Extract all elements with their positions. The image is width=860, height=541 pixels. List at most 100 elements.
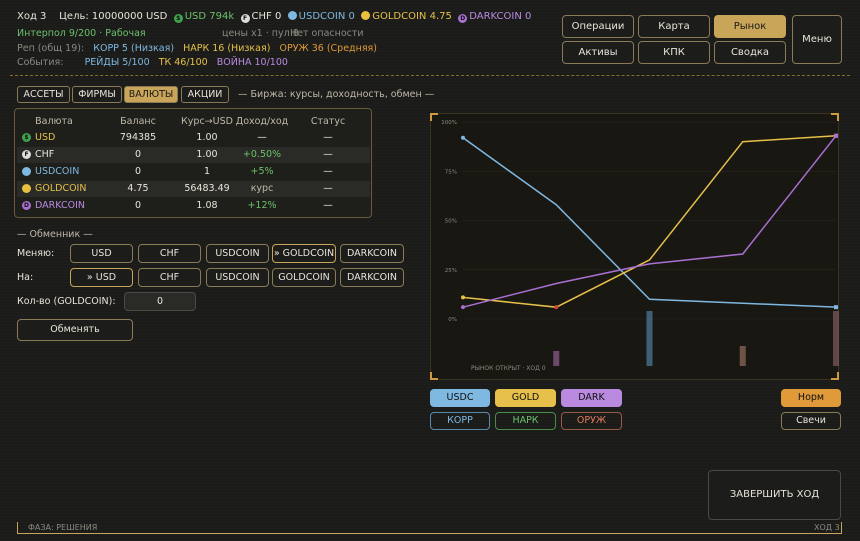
currency-table: Валюта Баланс Курс→USD Доход/ход Статус …	[14, 108, 372, 218]
col-rate: Курс→USD	[181, 116, 233, 127]
footer-turn: ХОД 3	[814, 523, 840, 532]
darkcoin-icon: D	[22, 201, 31, 210]
row-rate: 1	[203, 166, 211, 177]
row-rate: 1.00	[196, 132, 218, 143]
row-balance: 0	[134, 200, 142, 211]
to-usdcoin-button[interactable]: USDCOIN	[206, 268, 269, 287]
qty-label: Кол-во (GOLDCOIN):	[17, 296, 116, 307]
chart-corner	[430, 372, 438, 380]
qty-input[interactable]: 0	[124, 292, 196, 311]
norm-mode-button[interactable]: Норм	[781, 389, 841, 407]
chart-corner	[430, 113, 438, 121]
status-bar: Ход 3 Цель: 10000000 USD $ USD 794k F CHF …	[0, 0, 860, 76]
row-name: DARKCOIN	[35, 200, 85, 211]
usdcoin-icon	[287, 11, 297, 20]
phase-label: ФАЗА: РЕШЕНИЯ	[28, 523, 98, 532]
series-gold-toggle[interactable]: GOLD	[495, 389, 556, 407]
row-income: +5%	[250, 166, 274, 177]
candles-mode-button[interactable]: Свечи	[781, 412, 841, 430]
series-point	[461, 305, 465, 310]
row-rate: 1.00	[196, 149, 218, 160]
goldcoin-icon: G	[22, 184, 31, 193]
table-row[interactable]: U USDCOIN 0 1 +5% —	[17, 164, 370, 180]
y-tick-label: 25%	[445, 268, 457, 274]
chf-icon: F	[240, 14, 250, 23]
series-point	[461, 295, 465, 300]
footer-bar	[17, 522, 842, 534]
from-darkcoin-button[interactable]: DARKCOIN	[340, 244, 404, 263]
menu-button[interactable]: Меню	[792, 15, 842, 64]
usdcoin-icon: U	[22, 167, 31, 176]
tab-currencies[interactable]: ВАЛЮТЫ	[124, 86, 178, 103]
y-tick-label: 50%	[445, 219, 457, 225]
interpol-status: Интерпол 9/200 · Рабочая	[17, 28, 146, 39]
row-name: USD	[35, 132, 56, 143]
nav-market-button[interactable]: Рынок	[714, 15, 786, 38]
danger-status: Нет опасности	[290, 28, 364, 39]
table-row[interactable]: F CHF 0 1.00 +0.50% —	[17, 147, 370, 163]
row-income: +12%	[247, 200, 277, 211]
to-goldcoin-button[interactable]: GOLDCOIN	[272, 268, 336, 287]
tab-firms[interactable]: ФИРМЫ	[72, 86, 122, 103]
event-raids: РЕЙДЫ 5/100	[84, 57, 150, 68]
series-usdc-toggle[interactable]: USDC	[430, 389, 490, 407]
series-korp-toggle[interactable]: КОРР	[430, 412, 490, 430]
series-dark-toggle[interactable]: DARK	[561, 389, 622, 407]
table-row[interactable]: $ USD 794385 1.00 — —	[17, 130, 370, 146]
darkcoin-balance: DARKCOIN 0	[469, 11, 532, 22]
goldcoin-balance: GOLDCOIN 4.75	[372, 11, 452, 22]
row-status: —	[323, 132, 333, 143]
tab-subtitle: — Биржа: курсы, доходность, обмен —	[238, 89, 435, 100]
table-row[interactable]: D DARKCOIN 0 1.08 +12% —	[17, 198, 370, 214]
from-chf-button[interactable]: CHF	[138, 244, 201, 263]
divider	[10, 75, 850, 76]
row-name: GOLDCOIN	[35, 183, 87, 194]
series-point	[834, 133, 838, 138]
nav-assets-button[interactable]: Активы	[562, 41, 634, 64]
exchange-button[interactable]: Обменять	[17, 319, 133, 341]
series-nark-toggle[interactable]: НАРК	[495, 412, 556, 430]
row-status: —	[323, 183, 333, 194]
series-point	[461, 135, 465, 140]
to-usd-button[interactable]: » USD	[70, 268, 133, 287]
y-tick-label: 0%	[448, 317, 457, 323]
volume-bar	[553, 351, 560, 366]
chart-svg: 100% 75% 50% 25% 0% РЫНОК ОТКРЫТ · ХОД 0	[441, 120, 839, 372]
from-goldcoin-button[interactable]: » GOLDCOIN	[272, 244, 336, 263]
status-line-1: Ход 3 Цель: 10000000 USD $ USD 794k F CHF …	[17, 11, 531, 23]
end-turn-button[interactable]: ЗАВЕРШИТЬ ХОД	[708, 470, 841, 520]
to-chf-button[interactable]: CHF	[138, 268, 201, 287]
row-balance: 4.75	[127, 183, 149, 194]
usd-icon: $	[22, 133, 31, 142]
table-row[interactable]: G GOLDCOIN 4.75 56483.49 курс —	[17, 181, 370, 197]
from-usdcoin-button[interactable]: USDCOIN	[206, 244, 269, 263]
event-tk: ТК 46/100	[158, 57, 208, 68]
nav-operations-button[interactable]: Операции	[562, 15, 634, 38]
turn-label: Ход 3	[17, 11, 47, 22]
to-darkcoin-button[interactable]: DARKCOIN	[340, 268, 404, 287]
nav-kpk-button[interactable]: КПК	[638, 41, 710, 64]
tab-assets[interactable]: АССЕТЫ	[17, 86, 70, 103]
events-label: События:	[17, 57, 64, 68]
from-usd-button[interactable]: USD	[70, 244, 133, 263]
to-label: На:	[17, 272, 34, 283]
col-status: Статус	[310, 116, 346, 127]
rep-oruzh: ОРУЖ 36 (Средняя)	[279, 43, 377, 54]
row-rate: 56483.49	[184, 183, 230, 194]
nav-summary-button[interactable]: Сводка	[714, 41, 786, 64]
row-status: —	[323, 149, 333, 160]
chart-footer-label: РЫНОК ОТКРЫТ · ХОД 0	[471, 365, 546, 372]
chart-corner	[831, 372, 839, 380]
rep-nark: НАРК 16 (Низкая)	[183, 43, 271, 54]
row-income: курс	[250, 183, 274, 194]
goal-label: Цель: 10000000 USD	[59, 11, 168, 22]
prices-status: цены x1 · пул 8	[222, 28, 299, 39]
volume-bar	[739, 346, 746, 366]
usdcoin-balance: USDCOIN 0	[298, 11, 355, 22]
tab-stocks[interactable]: АКЦИИ	[181, 86, 229, 103]
col-income: Доход/ход	[235, 116, 289, 127]
darkcoin-icon: D	[458, 14, 468, 23]
nav-map-button[interactable]: Карта	[638, 15, 710, 38]
row-balance: 794385	[119, 132, 157, 143]
series-oruzh-toggle[interactable]: ОРУЖ	[561, 412, 622, 430]
